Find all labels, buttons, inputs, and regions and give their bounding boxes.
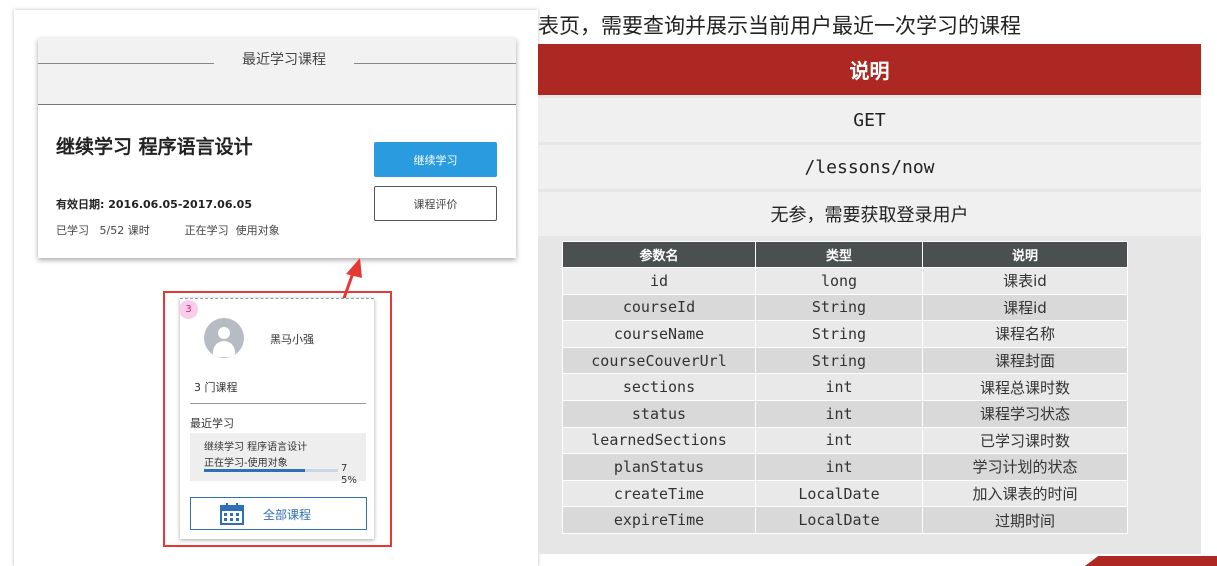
step-badge: 3 [179,300,198,319]
table-header-row: 参数名 类型 说明 [562,241,1128,268]
table-row: courseCouverUrl String 课程封面 [562,346,1128,375]
learning-progress: 已学习 5/52 课时 正在学习 使用对象 [56,224,280,237]
param-desc-cell: 课表id [922,267,1128,295]
valid-date: 有效日期: 2016.06.05-2017.06.05 [56,198,252,211]
param-type-cell: long [755,267,923,295]
doc-heading: 表页，需要查询并展示当前用户最近一次学习的课程 [538,14,1021,38]
param-name-cell: sections [562,373,756,401]
user-course-card: 3 黑马小强 3 门课程 最近学习 继续学习 程序语言设计 正在学习-使用对象 … [179,298,374,539]
table-row: id long 课表id [562,267,1128,295]
recent-course-status: 正在学习-使用对象 [204,458,288,469]
table-row: learnedSections int 已学习课时数 [562,426,1128,455]
user-avatar-icon [204,318,244,358]
progress-percent: 75% [341,463,357,486]
param-desc-cell: 已学习课时数 [922,426,1128,455]
param-name-cell: courseCouverUrl [562,346,756,375]
param-type-cell: int [755,426,923,455]
recent-card-title: 最近学习课程 [242,52,326,68]
course-title: 继续学习 程序语言设计 [56,136,253,158]
param-type-cell: LocalDate [755,506,923,534]
table-row: courseId String 课程id [562,293,1128,322]
param-desc-cell: 学习计划的状态 [922,453,1128,481]
param-type-cell: String [755,320,923,348]
progress-bar [204,469,338,472]
param-desc-cell: 课程名称 [922,320,1128,348]
all-courses-button[interactable]: 全部课程 [190,497,367,530]
param-name-cell: learnedSections [562,426,756,455]
param-desc-cell: 过期时间 [922,506,1128,534]
divider [190,403,366,404]
param-desc-cell: 课程id [922,293,1128,322]
param-type-cell: int [755,373,923,401]
table-row: status int 课程学习状态 [562,399,1128,428]
param-desc-cell: 课程总课时数 [922,373,1128,401]
progress-bar-fill [204,469,305,472]
param-type-cell: LocalDate [755,479,923,508]
recent-card-header: 最近学习课程 [38,38,516,105]
continue-learning-button[interactable]: 继续学习 [374,142,497,177]
param-name-cell: expireTime [562,506,756,534]
recent-course-name: 继续学习 程序语言设计 [204,442,308,453]
http-method: GET [538,98,1201,142]
corner-decoration [1085,556,1217,566]
calendar-icon [220,503,244,525]
header-separator [38,104,516,105]
doc-header: 说明 [538,44,1201,95]
table-row: planStatus int 学习计划的状态 [562,453,1128,481]
param-type-cell: int [755,399,923,428]
header-divider-left [38,63,214,64]
header-divider-right [354,63,516,64]
param-desc-cell: 课程封面 [922,346,1128,375]
recent-course-item[interactable]: 继续学习 程序语言设计 正在学习-使用对象 75% [190,433,366,486]
param-name-cell: courseId [562,293,756,322]
table-row: courseName String 课程名称 [562,320,1128,348]
param-name-cell: id [562,267,756,295]
col-header-type: 类型 [755,241,923,268]
table-row: sections int 课程总课时数 [562,373,1128,401]
recent-course-card: 最近学习课程 继续学习 程序语言设计 有效日期: 2016.06.05-2017… [38,38,516,258]
col-header-desc: 说明 [922,241,1128,268]
all-courses-label: 全部课程 [263,508,312,522]
param-desc-cell: 课程学习状态 [922,399,1128,428]
course-review-button[interactable]: 课程评价 [374,186,497,221]
params-note: 无参，需要获取登录用户 [538,192,1201,236]
param-type-cell: String [755,346,923,375]
username: 黑马小强 [270,333,314,346]
table-row: expireTime LocalDate 过期时间 [562,506,1128,534]
param-name-cell: createTime [562,479,756,508]
request-path: /lessons/now [538,145,1201,189]
table-row: createTime LocalDate 加入课表的时间 [562,479,1128,508]
param-name-cell: planStatus [562,453,756,481]
api-doc-panel: 说明 GET /lessons/now 无参，需要获取登录用户 参数名 类型 说… [538,44,1201,554]
param-name-cell: courseName [562,320,756,348]
param-desc-cell: 加入课表的时间 [922,479,1128,508]
params-table: 参数名 类型 说明 id long 课表id courseId String 课程id co… [562,241,1128,534]
param-type-cell: String [755,293,923,322]
recent-label: 最近学习 [190,417,234,430]
param-name-cell: status [562,399,756,428]
col-header-param: 参数名 [562,241,756,268]
course-count: 3 门课程 [194,381,238,394]
param-type-cell: int [755,453,923,481]
